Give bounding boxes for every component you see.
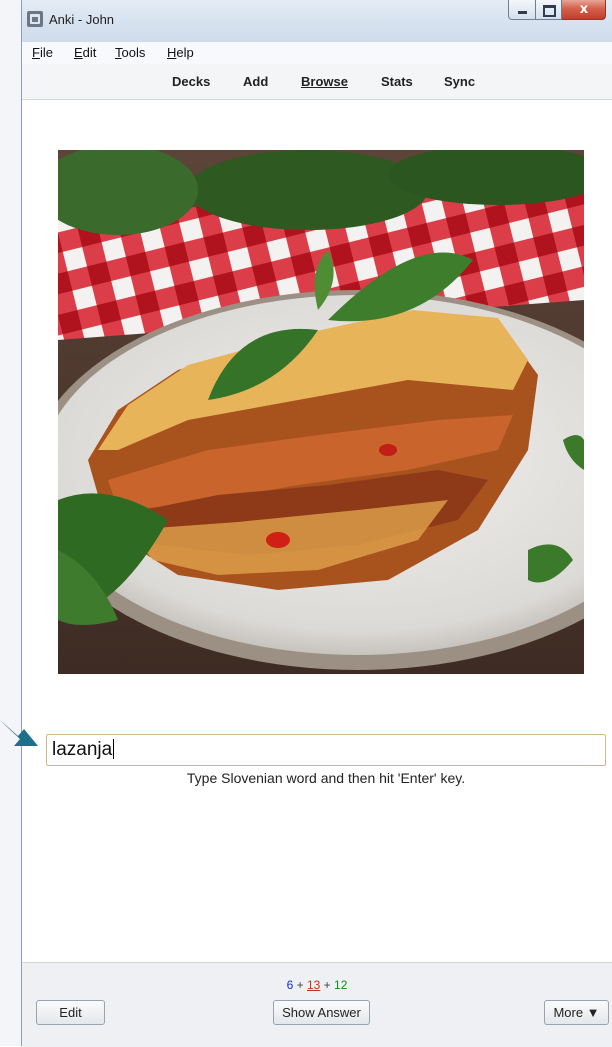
anki-window: Anki - John x File Edit Tools Help Decks… <box>22 0 612 1047</box>
close-icon: x <box>579 2 589 17</box>
menu-file[interactable]: File <box>32 45 53 60</box>
card-content: lazanja Type Slovenian word and then hit… <box>22 100 612 962</box>
review-bottom-bar: 6 + 13 + 12 Edit Show Answer More ▼ <box>22 962 612 1047</box>
main-toolbar: Decks Add Browse Stats Sync <box>22 64 612 100</box>
text-caret <box>113 739 115 759</box>
pointer-arrow-icon <box>0 720 38 746</box>
desktop-edge <box>0 0 22 1046</box>
toolbar-decks[interactable]: Decks <box>172 74 210 89</box>
count-separator: + <box>320 978 335 992</box>
menu-bar: File Edit Tools Help <box>22 42 612 64</box>
more-button[interactable]: More ▼ <box>544 1000 609 1025</box>
minimize-button[interactable] <box>508 0 536 20</box>
answer-input[interactable]: lazanja <box>46 734 606 766</box>
learning-count: 13 <box>306 978 321 992</box>
menu-help[interactable]: Help <box>167 45 194 60</box>
count-separator: + <box>293 978 307 992</box>
edit-button[interactable]: Edit <box>36 1000 105 1025</box>
close-button[interactable]: x <box>562 0 606 20</box>
toolbar-add[interactable]: Add <box>243 74 268 89</box>
show-answer-button[interactable]: Show Answer <box>273 1000 370 1025</box>
typed-answer: lazanja <box>52 739 113 760</box>
anki-app-icon <box>27 11 43 27</box>
menu-edit[interactable]: Edit <box>74 45 96 60</box>
menu-tools[interactable]: Tools <box>115 45 145 60</box>
title-bar[interactable]: Anki - John x <box>22 0 612 43</box>
toolbar-sync[interactable]: Sync <box>444 74 475 89</box>
due-counts: 6 + 13 + 12 <box>22 978 612 992</box>
toolbar-stats[interactable]: Stats <box>381 74 413 89</box>
window-title: Anki - John <box>49 12 115 27</box>
instruction-text: Type Slovenian word and then hit 'Enter'… <box>186 770 466 786</box>
review-count: 12 <box>334 978 348 992</box>
lasagna-image <box>58 150 584 674</box>
maximize-icon <box>543 5 556 17</box>
minimize-icon <box>518 11 527 14</box>
toolbar-browse[interactable]: Browse <box>301 74 348 89</box>
maximize-button[interactable] <box>536 0 562 20</box>
